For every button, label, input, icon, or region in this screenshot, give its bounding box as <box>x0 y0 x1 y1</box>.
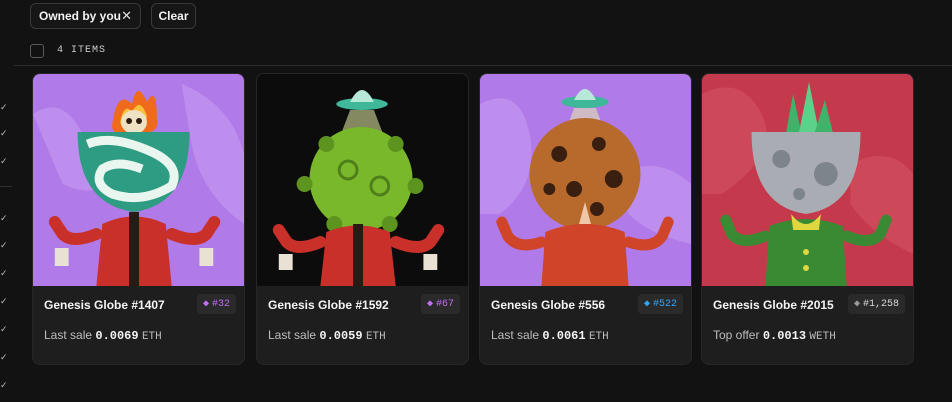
check-icon[interactable]: ✓ <box>0 381 8 390</box>
price-value: 0.0069 <box>95 329 139 343</box>
rarity-rank: #32 <box>212 298 231 310</box>
rarity-rank: #1,258 <box>863 298 900 310</box>
nft-card[interactable]: Genesis Globe #1592 ◆ #67 Last sale 0.00… <box>256 73 469 365</box>
left-filter-rail: ✓ ✓ ✓ ✓ ✓ ✓ ✓ ✓ ✓ ✓ <box>0 0 14 402</box>
price-value: 0.0013 <box>762 329 807 343</box>
nft-card[interactable]: Genesis Globe #556 ◆ #522 Last sale 0.00… <box>479 73 692 365</box>
card-title[interactable]: Genesis Globe #2015 <box>713 298 834 312</box>
rarity-rank: #67 <box>436 298 455 310</box>
price-label: Top offer <box>713 328 760 342</box>
rarity-diamond-icon: ◆ <box>644 299 651 310</box>
price-currency: ETH <box>588 331 609 343</box>
rail-divider <box>0 186 12 187</box>
price-value: 0.0059 <box>319 329 363 343</box>
header-divider <box>14 65 952 66</box>
items-count: 4 ITEMS <box>57 45 107 56</box>
owned-by-you-chip[interactable]: Owned by you ✕ <box>30 3 141 29</box>
owned-filter-label: Owned by you <box>39 9 122 23</box>
price-currency: ETH <box>365 331 386 343</box>
select-all-checkbox[interactable] <box>30 44 44 58</box>
rarity-rank-badge: ◆ #522 <box>638 294 684 314</box>
check-icon[interactable]: ✓ <box>0 297 8 306</box>
check-icon[interactable]: ✓ <box>0 269 8 278</box>
check-icon[interactable]: ✓ <box>0 103 8 112</box>
rarity-diamond-icon: ◆ <box>427 299 434 310</box>
nft-image <box>702 74 913 286</box>
price-label: Last sale <box>44 328 93 342</box>
nft-card[interactable]: Genesis Globe #2015 ◆ #1,258 Top offer 0… <box>701 73 914 365</box>
price-currency: ETH <box>141 331 162 343</box>
nft-image <box>257 74 468 286</box>
check-icon[interactable]: ✓ <box>0 214 8 223</box>
nft-card[interactable]: Genesis Globe #1407 ◆ #32 Last sale 0.00… <box>32 73 245 365</box>
nft-image <box>33 74 244 286</box>
rarity-diamond-icon: ◆ <box>203 299 210 310</box>
close-icon[interactable]: ✕ <box>121 8 132 24</box>
price-row: Top offer 0.0013 WETH <box>713 328 836 343</box>
check-icon[interactable]: ✓ <box>0 325 8 334</box>
nft-image <box>480 74 691 286</box>
check-icon[interactable]: ✓ <box>0 129 8 138</box>
check-icon[interactable]: ✓ <box>0 353 8 362</box>
rarity-rank-badge: ◆ #1,258 <box>848 294 906 314</box>
check-icon[interactable]: ✓ <box>0 241 8 250</box>
price-label: Last sale <box>491 328 540 342</box>
price-currency: WETH <box>809 331 836 343</box>
clear-filters-button[interactable]: Clear <box>151 3 196 29</box>
price-value: 0.0061 <box>542 329 586 343</box>
rarity-rank-badge: ◆ #32 <box>197 294 237 314</box>
price-label: Last sale <box>268 328 317 342</box>
card-title[interactable]: Genesis Globe #556 <box>491 298 605 312</box>
card-title[interactable]: Genesis Globe #1592 <box>268 298 389 312</box>
card-title[interactable]: Genesis Globe #1407 <box>44 298 165 312</box>
price-row: Last sale 0.0061 ETH <box>491 328 609 343</box>
rarity-rank: #522 <box>653 298 678 310</box>
check-icon[interactable]: ✓ <box>0 157 8 166</box>
price-row: Last sale 0.0059 ETH <box>268 328 386 343</box>
price-row: Last sale 0.0069 ETH <box>44 328 162 343</box>
rarity-rank-badge: ◆ #67 <box>421 294 461 314</box>
rarity-diamond-icon: ◆ <box>854 299 861 310</box>
clear-label: Clear <box>158 9 189 23</box>
